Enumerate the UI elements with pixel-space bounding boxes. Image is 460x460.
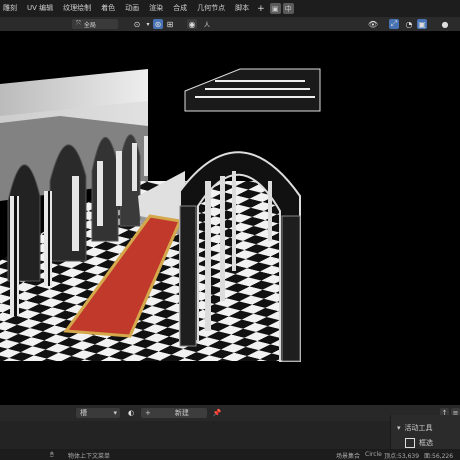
plus-icon: + [145,409,151,417]
status-scene: 场景集合 [336,453,361,460]
status-object: Circle [365,451,382,458]
timeline-area[interactable] [0,421,390,449]
falloff-label: 人 [203,21,210,29]
chevron-down-icon[interactable]: ▾ [143,19,153,29]
falloff-select[interactable]: 人 [199,19,215,29]
transform-orientation-select[interactable]: ⤧ 全局 [72,19,118,29]
orientation-label: 全局 [83,21,96,29]
scene-icon[interactable]: ▣ [269,3,281,14]
box-select-tool[interactable]: 框选 [405,438,433,448]
visibility-icon[interactable]: 👁 [368,19,378,29]
chevron-down-icon: ▾ [397,424,401,432]
status-vertices: 顶点:53,639 [384,453,420,460]
tab-rendering[interactable]: 渲染 [144,0,168,17]
new-label: 新建 [174,409,189,417]
select-box-icon [405,438,415,448]
tab-compositing[interactable]: 合成 [168,0,192,17]
slot-label: 槽 [80,409,87,417]
new-button[interactable]: + 新建 [141,408,207,418]
snap-target-icon[interactable]: ⊞ [165,19,175,29]
viewport-header: ⤧ 全局 ⊙ ▾ ⊛ ⊞ ◉ 人 👁 ⤢ ◔ ▣ ● [0,17,460,31]
scene-button[interactable]: 中 [282,3,294,14]
pivot-icon[interactable]: ⊙ [132,19,142,29]
tab-geometry-nodes[interactable]: 几何节点 [192,0,230,17]
shading-solid-icon[interactable]: ● [440,19,450,29]
status-faces: 面:56,226 [424,453,454,460]
box-select-label: 框选 [419,439,433,447]
snap-icon[interactable]: ⊛ [153,19,163,29]
status-bar: 🖱 物体上下文菜单 场景集合 Circle 顶点:53,639 面:56,226 [0,449,460,460]
3d-viewport[interactable] [0,31,460,405]
gizmo-icon[interactable]: ⤢ [389,19,399,29]
overlay-icon[interactable]: ◔ [404,19,414,29]
scene-render [0,68,321,362]
xray-icon[interactable]: ▣ [417,19,427,29]
top-menu-bar: 雕刻 UV 编辑 纹理绘制 着色 动画 渲染 合成 几何节点 脚本 + ▣ 中 [0,0,460,17]
orientation-icon: ⤧ [76,20,81,27]
tab-uv-editing[interactable]: UV 编辑 [22,0,58,17]
tab-shading[interactable]: 着色 [96,0,120,17]
tab-sculpt[interactable]: 雕刻 [0,0,22,17]
active-tool-panel: ▾ 活动工具 框选 [390,415,460,449]
material-icon[interactable]: ◐ [123,408,139,418]
slot-select[interactable]: 槽 ▾ [76,408,120,418]
pin-icon[interactable]: 📌 [212,408,222,418]
status-hint: 物体上下文菜单 [68,453,111,460]
mouse-icon: 🖱 [50,451,54,458]
tab-scripting[interactable]: 脚本 [230,0,254,17]
tab-texture-paint[interactable]: 纹理绘制 [58,0,96,17]
proportional-edit-icon[interactable]: ◉ [187,19,197,29]
active-tool-header[interactable]: ▾ 活动工具 [397,423,433,433]
active-tool-title: 活动工具 [404,424,433,432]
chevron-down-icon: ▾ [113,409,117,417]
tab-animation[interactable]: 动画 [120,0,144,17]
add-workspace-button[interactable]: + [254,4,268,14]
